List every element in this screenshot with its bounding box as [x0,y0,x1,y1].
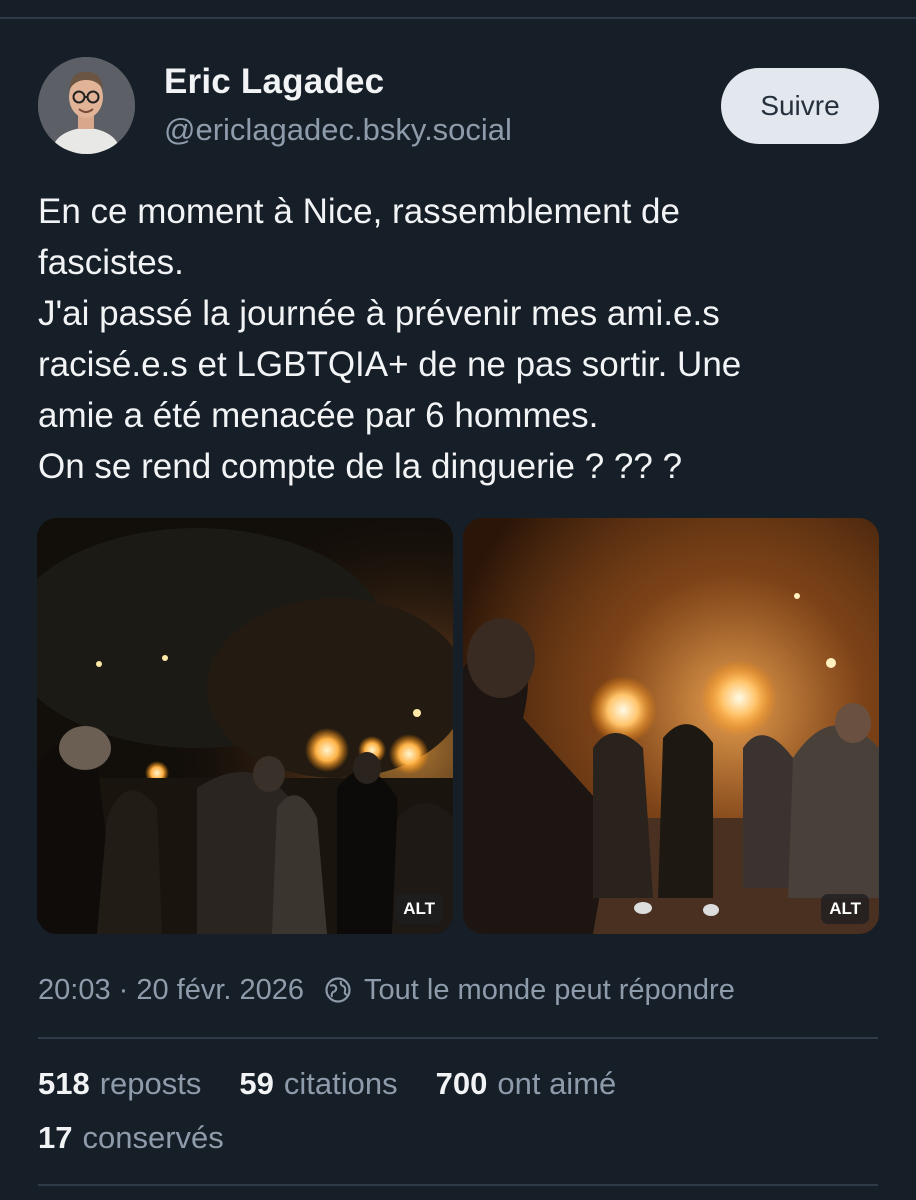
author-display-name[interactable]: Eric Lagadec [164,62,384,102]
reposts-count: 518 [38,1066,90,1101]
globe-icon [324,976,352,1004]
post-image-2[interactable]: ALT [463,518,879,934]
divider [38,1037,878,1039]
likes-count: 700 [435,1066,488,1101]
top-divider [0,17,916,19]
alt-badge[interactable]: ALT [821,894,869,924]
quotes-stat[interactable]: 59 citations [239,1066,397,1102]
avatar-photo [38,57,135,154]
post-text: En ce moment à Nice, rassemblement de fa… [38,192,742,486]
reply-setting: Tout le monde peut répondre [364,973,735,1006]
post-stats-row-1: 518 reposts 59 citations 700 ont aimé [38,1066,654,1102]
crowd-torches-photo-2 [463,518,879,934]
author-handle[interactable]: @ericlagadec.bsky.social [164,112,512,148]
post-image-1[interactable]: ALT [37,518,453,934]
likes-label: ont aimé [497,1066,617,1101]
saves-label: conservés [82,1120,224,1155]
reposts-stat[interactable]: 518 reposts [38,1066,201,1102]
quotes-count: 59 [239,1066,274,1101]
alt-badge[interactable]: ALT [395,894,443,924]
saves-count: 17 [38,1120,73,1155]
crowd-torches-photo-1 [37,518,453,934]
post-meta: 20:03 · 20 févr. 2026 Tout le monde peut… [38,970,735,1010]
post-timestamp[interactable]: 20:03 · 20 févr. 2026 [38,974,304,1007]
avatar[interactable] [38,57,135,154]
follow-button[interactable]: Suivre [721,68,879,144]
reposts-label: reposts [99,1066,202,1101]
likes-stat[interactable]: 700 ont aimé [436,1066,617,1102]
post-stats-row-2: 17 conservés [38,1120,262,1156]
divider [38,1184,878,1186]
quotes-label: citations [283,1066,398,1101]
saves-stat[interactable]: 17 conservés [38,1120,224,1156]
